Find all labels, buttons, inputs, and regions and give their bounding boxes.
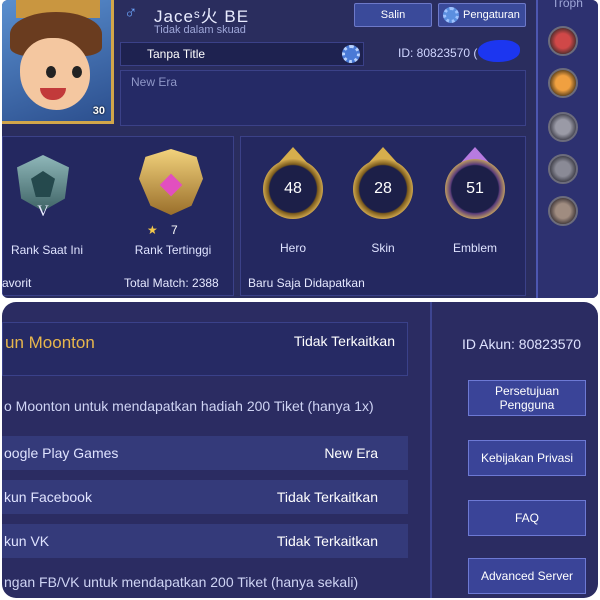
account-id: ID Akun: 80823570 <box>462 336 582 352</box>
vk-label: kun VK <box>4 533 50 549</box>
trophy-sidebar: Troph <box>536 0 598 298</box>
trophy-icon[interactable] <box>548 196 578 226</box>
emblem-label: Emblem <box>452 241 497 255</box>
moonton-reward-note: o Moonton untuk mendapatkan hadiah 200 T… <box>4 398 374 414</box>
facebook-label: kun Facebook <box>4 489 92 505</box>
facebook-status: Tidak Terkaitkan <box>276 489 378 505</box>
user-agreement-button[interactable]: Persetujuan Pengguna <box>468 380 586 416</box>
profile-panel: 30 ♂ Jaceˢ火 BE Tidak dalam skuad Salin P… <box>2 0 598 298</box>
divider <box>430 302 432 598</box>
google-play-status: New Era <box>324 445 378 461</box>
facebook-row[interactable]: kun Facebook Tidak Terkaitkan <box>2 480 408 514</box>
hero-label: Hero <box>279 241 306 255</box>
current-rank-emblem[interactable]: V <box>11 145 75 223</box>
emblem-count: 51 <box>466 180 484 197</box>
privacy-policy-button[interactable]: Kebijakan Privasi <box>468 440 586 476</box>
star-count: 7 <box>171 223 178 237</box>
total-match: Total Match: 2388 <box>124 276 219 290</box>
motto-box[interactable]: New Era <box>120 70 526 126</box>
rank-tier: V <box>37 203 49 220</box>
copy-button-label: Salin <box>380 9 406 21</box>
settings-button-label: Pengaturan <box>463 9 520 21</box>
avatar-eye <box>46 66 56 78</box>
trophy-icon[interactable] <box>548 26 578 56</box>
highest-rank-emblem[interactable] <box>135 141 207 225</box>
trophy-title: Troph <box>552 0 583 10</box>
google-play-label: oogle Play Games <box>4 445 119 461</box>
privacy-policy-label: Kebijakan Privasi <box>480 451 574 465</box>
settings-button[interactable]: Pengaturan <box>438 3 526 27</box>
title-selector[interactable]: Tanpa Title <box>120 42 364 66</box>
faq-button[interactable]: FAQ <box>468 500 586 536</box>
avatar-eye <box>72 66 82 78</box>
skin-count: 28 <box>374 180 392 197</box>
fb-vk-reward-note: ngan FB/VK untuk mendapatkan 200 Tiket (… <box>4 574 359 590</box>
redacted-mark <box>478 40 520 62</box>
level-badge: 30 <box>92 105 105 117</box>
moonton-link-status: Tidak Terkaitkan <box>293 333 395 349</box>
faq-label: FAQ <box>514 511 539 525</box>
account-title: un Moonton <box>5 333 95 352</box>
recently-obtained-label: Baru Saja Didapatkan <box>248 276 365 290</box>
advanced-server-label: Advanced Server <box>480 569 574 583</box>
squad-status: Tidak dalam skuad <box>154 24 246 36</box>
skin-count-badge[interactable]: 28 <box>353 159 413 219</box>
trophy-icon[interactable] <box>548 154 578 184</box>
advanced-server-button[interactable]: Advanced Server <box>468 558 586 594</box>
hero-count: 48 <box>284 180 302 197</box>
user-agreement-label: Persetujuan Pengguna <box>494 384 560 412</box>
account-panel: un Moonton Tidak Terkaitkan o Moonton un… <box>2 302 598 598</box>
vk-status: Tidak Terkaitkan <box>276 533 378 549</box>
title-text: Tanpa Title <box>147 47 206 61</box>
gear-icon <box>443 7 459 23</box>
star-icon: ★ <box>147 223 158 237</box>
skin-label: Skin <box>371 241 395 255</box>
trophy-icon[interactable] <box>548 112 578 142</box>
motto-text: New Era <box>131 75 178 89</box>
hero-count-badge[interactable]: 48 <box>263 159 323 219</box>
player-id: ID: 80823570 ( <box>398 46 478 60</box>
avatar[interactable]: 30 <box>2 0 114 124</box>
rank-highest-label: Rank Tertinggi <box>134 243 212 257</box>
collection-section: 48 Hero 28 Skin 51 Emblem <box>240 136 526 296</box>
favorite-heroes-label: avorit <box>2 276 32 290</box>
copy-button[interactable]: Salin <box>354 3 432 27</box>
rank-section: V Rank Saat Ini ★ 7 Rank Tertinggi <box>2 136 234 296</box>
trophy-icon[interactable] <box>548 68 578 98</box>
gear-icon[interactable] <box>342 45 360 63</box>
rank-current-label: Rank Saat Ini <box>10 243 84 257</box>
google-play-row[interactable]: oogle Play Games New Era <box>2 436 408 470</box>
moonton-account-row[interactable]: un Moonton Tidak Terkaitkan <box>2 322 408 376</box>
vk-row[interactable]: kun VK Tidak Terkaitkan <box>2 524 408 558</box>
emblem-count-badge[interactable]: 51 <box>445 159 505 219</box>
male-gender-icon: ♂ <box>124 2 138 22</box>
